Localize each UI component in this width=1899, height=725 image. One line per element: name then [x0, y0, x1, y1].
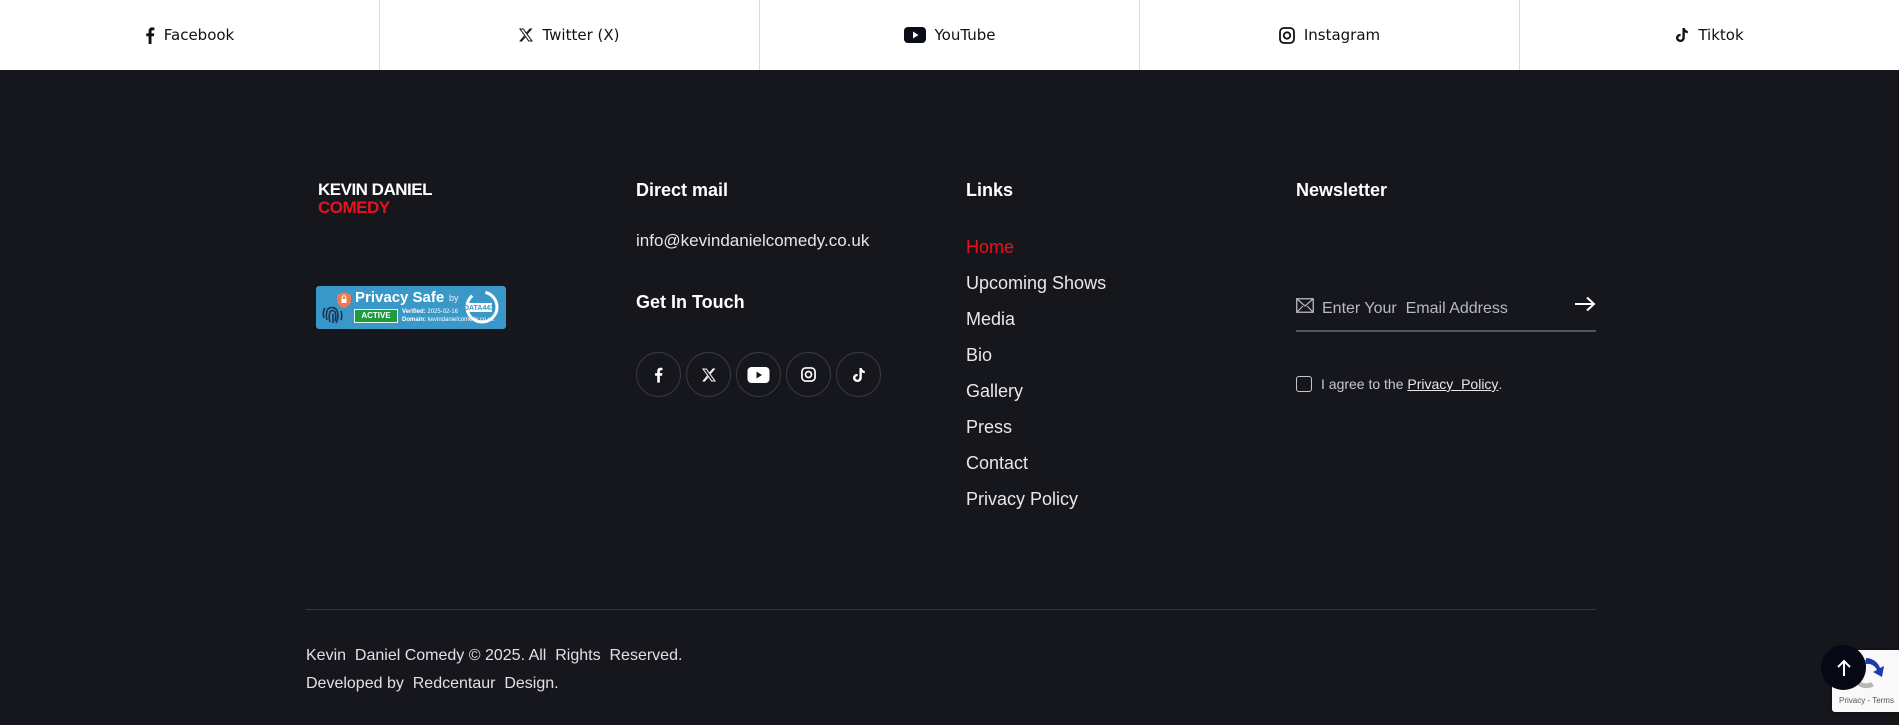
footer-link-home[interactable]: Home — [966, 235, 1106, 271]
verified-label: Verified: — [402, 309, 426, 315]
site-footer: KEVIN DANIEL COMEDY Privacy Safe by DATA… — [0, 70, 1899, 725]
links-title: Links — [966, 180, 1014, 200]
social-link-youtube[interactable]: YouTube — [760, 0, 1140, 70]
facebook-icon — [145, 26, 155, 44]
badge-by: by — [449, 293, 459, 303]
email-link[interactable]: info@kevindanielcomedy.co.uk — [636, 231, 869, 251]
social-link-twitter[interactable]: Twitter (X) — [380, 0, 760, 70]
social-label: Facebook — [163, 26, 235, 44]
x-twitter-icon — [701, 368, 716, 381]
badge-title: Privacy Safe — [355, 289, 445, 306]
social-link-facebook[interactable]: Facebook — [0, 0, 380, 70]
newsletter-form — [1296, 292, 1596, 332]
brand-logo[interactable]: KEVIN DANIEL COMEDY — [318, 181, 432, 217]
footer-link-press[interactable]: Press — [966, 415, 1106, 451]
tiktok-icon — [852, 367, 865, 382]
badge-meta: Verified: 2025-02-16 Domain: kevindaniel… — [402, 308, 494, 324]
footer-link-contact[interactable]: Contact — [966, 451, 1106, 487]
instagram-icon — [801, 367, 816, 382]
footer-link-media[interactable]: Media — [966, 307, 1106, 343]
circle-link-facebook[interactable] — [636, 352, 681, 397]
social-link-tiktok[interactable]: Tiktok — [1520, 0, 1899, 70]
copyright-text: Kevin Daniel Comedy © 2025. All Rights R… — [306, 647, 683, 664]
newsletter-email-input[interactable] — [1322, 292, 1562, 326]
footer-link-upcoming-shows[interactable]: Upcoming Shows — [966, 271, 1106, 307]
x-twitter-icon — [519, 28, 534, 42]
developer-credit[interactable]: Developed by Redcentaur Design. — [306, 670, 682, 698]
social-link-instagram[interactable]: Instagram — [1140, 0, 1520, 70]
youtube-icon — [903, 27, 926, 43]
get-in-touch-title: Get In Touch — [636, 292, 745, 312]
social-circle-row — [636, 352, 881, 397]
footer-links: Home Upcoming Shows Media Bio Gallery Pr… — [966, 235, 1106, 523]
social-label: Twitter (X) — [542, 26, 620, 44]
youtube-icon — [747, 366, 770, 383]
domain-label: Domain: — [402, 317, 426, 323]
footer-divider — [306, 609, 1596, 610]
agree-privacy-link[interactable]: Privacy Policy — [1407, 376, 1498, 392]
domain-value: kevindanielcomedy.co.uk — [427, 317, 495, 323]
recaptcha-text[interactable]: Privacy - Terms — [1839, 696, 1894, 705]
shield-lock-icon — [337, 292, 351, 308]
circle-link-twitter[interactable] — [686, 352, 731, 397]
instagram-icon — [1278, 26, 1295, 44]
facebook-icon — [655, 367, 663, 383]
agree-suffix: . — [1498, 376, 1503, 392]
footer-link-gallery[interactable]: Gallery — [966, 379, 1106, 415]
footer-link-privacy-policy[interactable]: Privacy Policy — [966, 487, 1106, 523]
circle-link-tiktok[interactable] — [836, 352, 881, 397]
social-label: Instagram — [1303, 26, 1381, 44]
verified-date: 2025-02-16 — [427, 309, 459, 315]
circle-link-instagram[interactable] — [786, 352, 831, 397]
privacy-safe-badge[interactable]: Privacy Safe by DATA443 ACTIVE Verified:… — [316, 286, 506, 329]
circle-link-youtube[interactable] — [736, 352, 781, 397]
brand-line-1: KEVIN DANIEL — [318, 180, 432, 199]
badge-status: ACTIVE — [354, 309, 398, 323]
direct-mail-title: Direct mail — [636, 180, 729, 200]
brand-line-2: COMEDY — [318, 198, 390, 217]
footer-link-bio[interactable]: Bio — [966, 343, 1106, 379]
agree-checkbox[interactable] — [1296, 376, 1312, 392]
social-label: Tiktok — [1698, 26, 1744, 44]
tiktok-icon — [1676, 28, 1689, 42]
back-to-top-button[interactable] — [1821, 645, 1866, 690]
envelope-icon — [1296, 298, 1314, 313]
submit-arrow-icon[interactable] — [1574, 296, 1596, 312]
agree-prefix: I agree to the — [1321, 376, 1408, 392]
arrow-up-icon — [1836, 659, 1851, 676]
privacy-agree: I agree to the Privacy Policy . — [1296, 376, 1502, 392]
social-label: YouTube — [934, 26, 996, 44]
newsletter-title: Newsletter — [1296, 180, 1388, 200]
social-strip: Facebook Twitter (X) YouTube Instagram T… — [0, 0, 1899, 70]
footer-bottom: Kevin Daniel Comedy © 2025. All Rights R… — [306, 642, 682, 698]
